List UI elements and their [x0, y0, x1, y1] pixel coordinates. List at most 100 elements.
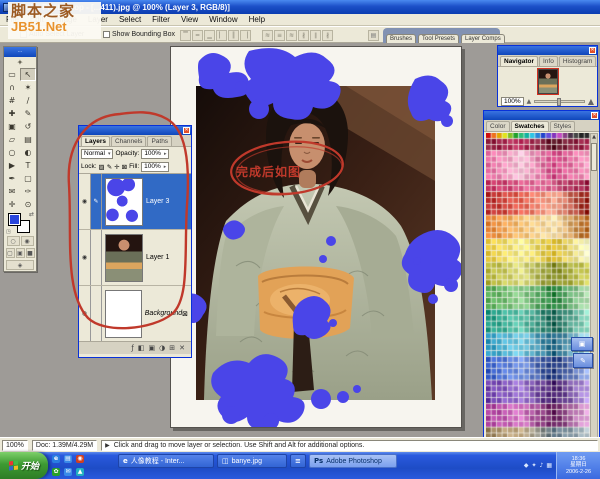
lock-pixels-button[interactable]: ✎ [107, 163, 112, 171]
task-mini[interactable]: ≡ [290, 454, 306, 468]
distribute-hcenter-button[interactable]: ∥ [310, 30, 321, 41]
mini-window-1[interactable]: ▣ [571, 337, 593, 351]
lasso-tool[interactable]: ∩ [4, 81, 20, 94]
swap-colors-icon[interactable]: ⇄ [29, 211, 34, 218]
hand-tool[interactable]: ✛ [4, 198, 20, 211]
new-layer-button[interactable]: ⊞ [169, 344, 175, 352]
tab-paths[interactable]: Paths [147, 136, 172, 146]
file-browser-button[interactable]: ▤ [368, 30, 379, 41]
quick-msn[interactable]: ✿ [52, 468, 60, 476]
distribute-top-button[interactable]: ≋ [262, 30, 273, 41]
fullscreen-button[interactable]: ■ [26, 248, 35, 258]
distribute-vcenter-button[interactable]: ≡ [274, 30, 285, 41]
well-tab-tool-presets[interactable]: Tool Presets [418, 34, 459, 43]
task-ie-window[interactable]: e人像教程 - Inter... [118, 454, 214, 468]
close-icon[interactable]: ✕ [183, 127, 190, 134]
new-adjustment-layer-button[interactable]: ◑ [159, 344, 165, 352]
rectangular-marquee-tool[interactable]: ▭ [4, 68, 20, 81]
visibility-eye-icon[interactable]: ◉ [79, 286, 91, 341]
lock-transparency-button[interactable]: ▨ [99, 163, 105, 171]
distribute-left-button[interactable]: ∦ [298, 30, 309, 41]
healing-brush-tool[interactable]: ✚ [4, 107, 20, 120]
jump-to-imageready-button[interactable]: ◈ [6, 260, 34, 270]
type-tool[interactable]: T [20, 159, 36, 172]
add-layer-mask-button[interactable]: ◧ [138, 344, 145, 352]
magic-wand-tool[interactable]: ✶ [20, 81, 36, 94]
zoom-slider[interactable] [534, 100, 585, 103]
align-right-button[interactable]: ▕ [240, 30, 251, 41]
align-vcenter-button[interactable]: ═ [192, 30, 203, 41]
close-icon[interactable]: ✕ [589, 47, 596, 54]
well-tab-layer-comps[interactable]: Layer Comps [461, 34, 505, 43]
standard-mode-button[interactable]: ○ [7, 236, 20, 246]
tab-info[interactable]: Info [539, 56, 558, 66]
align-top-button[interactable]: ▔ [180, 30, 191, 41]
well-tab-brushes[interactable]: Brushes [386, 34, 416, 43]
crop-tool[interactable]: # [4, 94, 20, 107]
quick-tool[interactable]: ▲ [76, 468, 84, 476]
clone-stamp-tool[interactable]: ▣ [4, 120, 20, 133]
default-colors-icon[interactable]: ◳ [6, 229, 11, 235]
tab-navigator[interactable]: Navigator [500, 56, 538, 66]
history-brush-tool[interactable]: ↺ [20, 120, 36, 133]
tab-layers[interactable]: Layers [81, 136, 110, 146]
fill-value[interactable]: 100%▸ [141, 162, 169, 172]
palette-title-bar[interactable]: ✕ [498, 46, 597, 55]
tray-input-icon[interactable]: ▦ [546, 462, 552, 469]
palette-title-bar[interactable]: ✕ [484, 111, 599, 120]
opacity-value[interactable]: 100%▸ [141, 149, 169, 159]
pen-tool[interactable]: ✒ [4, 172, 20, 185]
eyedropper-tool[interactable]: ✑ [20, 185, 36, 198]
zoom-field[interactable]: 100% [2, 440, 28, 451]
toolbox-grip[interactable]: ∙∙∙ [4, 47, 36, 57]
layer-row[interactable]: ◉✎Layer 3 [79, 174, 191, 230]
tab-histogram[interactable]: Histogram [559, 56, 597, 66]
swatches-scrollbar[interactable]: ▲▼ [590, 133, 598, 451]
quick-mask-mode-button[interactable]: ◉ [21, 236, 34, 246]
visibility-eye-icon[interactable]: ◉ [79, 230, 91, 285]
task-photoshop[interactable]: PsAdobe Photoshop [309, 454, 397, 468]
quick-desktop[interactable]: ▤ [64, 455, 72, 463]
layer-row[interactable]: ◉Layer 1 [79, 230, 191, 286]
menu-filter[interactable]: Filter [152, 15, 170, 24]
tray-volume-icon[interactable]: ◆ [524, 462, 529, 469]
move-tool[interactable]: ↖ [20, 68, 36, 81]
eraser-tool[interactable]: ▱ [4, 133, 20, 146]
align-left-button[interactable]: ▏ [216, 30, 227, 41]
shape-tool[interactable]: ▢ [20, 172, 36, 185]
zoom-in-icon[interactable]: ▲ [588, 97, 594, 106]
delete-layer-button[interactable]: ✕ [179, 344, 185, 352]
dodge-tool[interactable]: ◐ [20, 146, 36, 159]
add-layer-style-button[interactable]: ƒ [131, 344, 133, 352]
align-hcenter-button[interactable]: ║ [228, 30, 239, 41]
lock-position-button[interactable]: ✛ [114, 163, 119, 171]
show-bounding-box-checkbox[interactable]: Show Bounding Box [103, 31, 175, 38]
tab-color[interactable]: Color [486, 121, 510, 131]
taskbar-clock[interactable]: 18:36星期日2006-2-26 [556, 452, 600, 479]
visibility-eye-icon[interactable]: ◉ [79, 174, 91, 229]
swatch-grid[interactable] [486, 133, 590, 451]
tab-styles[interactable]: Styles [550, 121, 576, 131]
distribute-right-button[interactable]: ∦ [322, 30, 333, 41]
distribute-bottom-button[interactable]: ≋ [286, 30, 297, 41]
menu-view[interactable]: View [181, 15, 198, 24]
lock-all-button[interactable]: ⊠ [122, 163, 127, 171]
notes-tool[interactable]: ✉ [4, 185, 20, 198]
menu-select[interactable]: Select [119, 15, 141, 24]
tray-media-icon[interactable]: ♪ [539, 462, 543, 469]
zoom-out-icon[interactable]: ▲ [527, 98, 532, 105]
blend-mode-select[interactable]: Normal▾ [81, 149, 113, 159]
foreground-color-swatch[interactable] [8, 213, 21, 226]
slice-tool[interactable]: ∕ [20, 94, 36, 107]
path-selection-tool[interactable]: ▶ [4, 159, 20, 172]
document-canvas[interactable] [170, 46, 462, 428]
zoom-tool[interactable]: ⊙ [20, 198, 36, 211]
new-layer-set-button[interactable]: ▣ [149, 344, 156, 352]
menu-window[interactable]: Window [209, 15, 237, 24]
task-image-viewer[interactable]: ◫banye.jpg [217, 454, 287, 468]
doc-size-indicator[interactable]: Doc: 1.39M/4.29M [32, 440, 97, 451]
quick-media[interactable]: ◉ [76, 455, 84, 463]
mini-window-2[interactable]: ✎ [573, 353, 593, 368]
brush-tool[interactable]: ✎ [20, 107, 36, 120]
gradient-tool[interactable]: ▤ [20, 133, 36, 146]
